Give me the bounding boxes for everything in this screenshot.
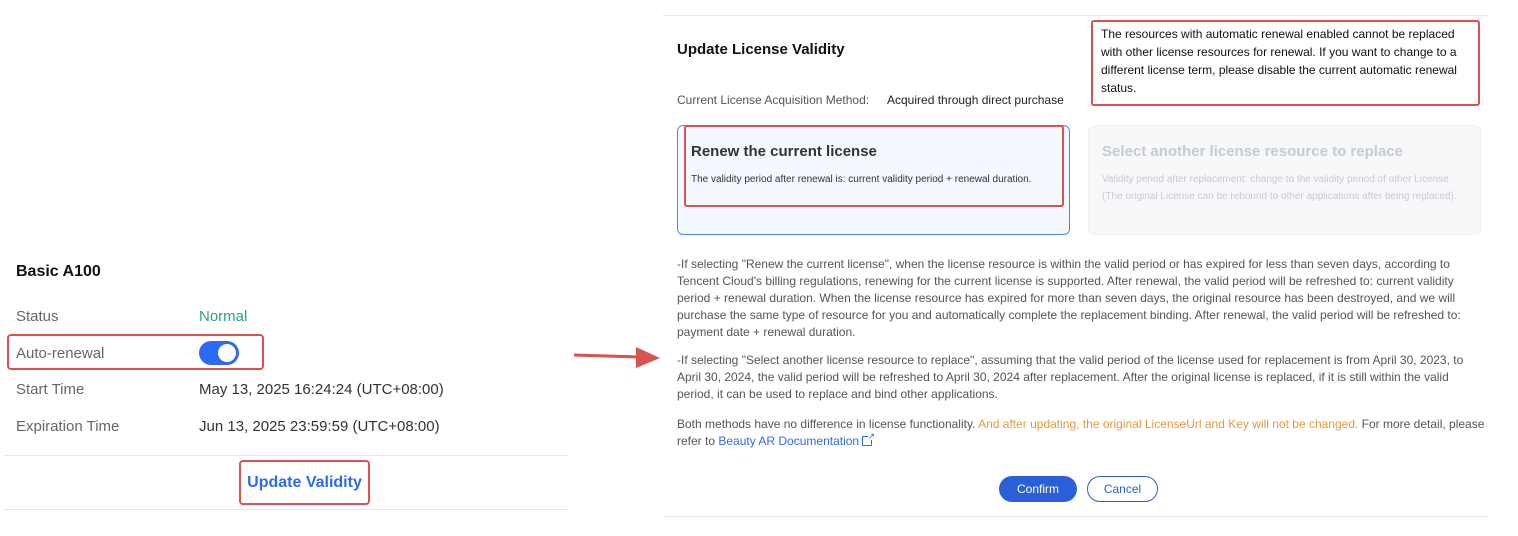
auto-renewal-label: Auto-renewal <box>16 345 105 362</box>
divider <box>4 509 568 510</box>
divider <box>663 15 1488 16</box>
auto-renewal-toggle[interactable] <box>199 341 239 365</box>
acquisition-method-value: Acquired through direct purchase <box>887 93 1064 107</box>
renew-explanation: -If selecting "Renew the current license… <box>677 257 1461 339</box>
option-replace-license[interactable]: Select another license resource to repla… <box>1088 125 1481 235</box>
confirm-button[interactable]: Confirm <box>999 476 1077 502</box>
license-card: Basic A100 Status Normal Auto-renewal St… <box>0 0 575 536</box>
status-label: Status <box>16 308 59 325</box>
toggle-knob <box>218 344 236 362</box>
divider <box>4 455 568 456</box>
update-validity-link[interactable]: Update Validity <box>239 460 370 505</box>
expiration-time-label: Expiration Time <box>16 418 120 435</box>
start-time-label: Start Time <box>16 381 85 398</box>
card-title: Basic A100 <box>16 263 101 280</box>
option-title: Select another license resource to repla… <box>1102 143 1403 160</box>
option-description: Validity period after replacement: chang… <box>1102 174 1457 202</box>
note-text: Both methods have no difference in licen… <box>677 417 979 431</box>
cancel-button[interactable]: Cancel <box>1087 476 1158 502</box>
expiration-time-value: Jun 13, 2025 23:59:59 (UTC+08:00) <box>199 418 440 435</box>
update-license-dialog: Update License Validity The resources wi… <box>660 0 1490 536</box>
methods-note: Both methods have no difference in licen… <box>677 416 1487 450</box>
arrow-right-icon <box>573 347 660 368</box>
acquisition-method-label: Current License Acquisition Method: <box>677 93 870 107</box>
divider <box>663 516 1488 517</box>
dialog-title: Update License Validity <box>677 41 845 58</box>
beauty-ar-doc-link[interactable]: Beauty AR Documentation <box>718 434 859 448</box>
external-link-icon[interactable] <box>862 431 875 446</box>
note-highlight: And after updating, the original License… <box>978 417 1359 431</box>
renew-option-highlight <box>684 125 1064 207</box>
start-time-value: May 13, 2025 16:24:24 (UTC+08:00) <box>199 381 444 398</box>
status-value: Normal <box>199 308 248 325</box>
auto-renewal-tooltip: The resources with automatic renewal ena… <box>1091 20 1480 106</box>
replace-explanation: -If selecting "Select another license re… <box>677 353 1464 401</box>
